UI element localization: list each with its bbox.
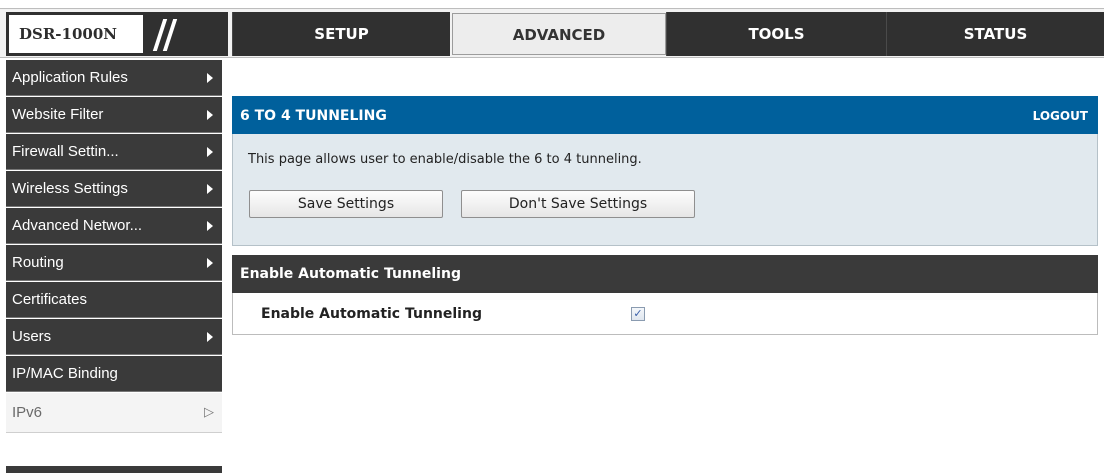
logout-link[interactable]: LOGOUT [1033,96,1088,136]
sidebar-item-label: IP/MAC Binding [12,365,118,382]
sidebar-item-users[interactable]: Users [6,319,222,355]
sidebar-item-wireless-settings[interactable]: Wireless Settings [6,171,222,207]
save-settings-button[interactable]: Save Settings [249,190,443,218]
triangle-right-icon [207,332,213,342]
triangle-right-icon [207,147,213,157]
sidebar-item-label: Routing [12,254,64,271]
field-label: Enable Automatic Tunneling [261,306,482,322]
section-header: Enable Automatic Tunneling [232,255,1098,293]
sidebar-item-label: IPv6 [12,404,43,421]
dont-save-settings-button[interactable]: Don't Save Settings [461,190,695,218]
triangle-right-outline-icon: ▷ [204,404,214,419]
enable-tunneling-checkbox[interactable]: ✓ [631,307,645,321]
brand-logo: DSR-1000N [6,12,228,56]
sidebar-item-label: Certificates [12,291,88,308]
model-name: DSR-1000N [9,15,143,53]
sidebar-item-label: Advanced Networ... [12,217,143,234]
triangle-right-icon [207,184,213,194]
sidebar-item-firewall-settings[interactable]: Firewall Settin... [6,134,222,170]
panel-header: 6 TO 4 TUNNELING LOGOUT [232,96,1098,134]
router-admin-page: DSR-1000N SETUP ADVANCED TOOLS STATUS Ap… [0,0,1104,473]
sidebar-item-label: Application Rules [12,69,128,86]
sidebar-item-advanced-network[interactable]: Advanced Networ... [6,208,222,244]
sidebar-menu: Application Rules Website Filter Firewal… [0,60,222,473]
top-nav-bar: DSR-1000N SETUP ADVANCED TOOLS STATUS [0,8,1104,58]
tab-setup[interactable]: SETUP [232,12,450,56]
tab-status[interactable]: STATUS [886,12,1104,56]
sidebar-item-application-rules[interactable]: Application Rules [6,60,222,96]
logo-slash-icon [146,15,186,53]
sidebar-item-certificates[interactable]: Certificates [6,282,222,318]
sidebar-item-label: Website Filter [12,106,104,123]
sidebar-divider [6,466,222,473]
triangle-right-icon [207,258,213,268]
sidebar-item-label: Users [12,328,52,345]
triangle-right-icon [207,221,213,231]
sidebar-item-ipv6[interactable]: IPv6 ▷ [6,393,222,433]
tab-tools[interactable]: TOOLS [666,12,886,56]
panel-body: This page allows user to enable/disable … [232,134,1098,246]
tab-advanced[interactable]: ADVANCED [452,13,666,55]
triangle-right-icon [207,110,213,120]
sidebar-item-ip-mac-binding[interactable]: IP/MAC Binding [6,356,222,392]
sidebar-item-label: Wireless Settings [12,180,128,197]
sidebar-item-routing[interactable]: Routing [6,245,222,281]
sidebar-item-label: Firewall Settin... [12,143,119,160]
page-title: 6 TO 4 TUNNELING [240,108,387,124]
sidebar-item-website-filter[interactable]: Website Filter [6,97,222,133]
triangle-right-icon [207,73,213,83]
checkbox-checked-icon: ✓ [633,307,643,320]
settings-row: Enable Automatic Tunneling ✓ [232,293,1098,335]
page-description: This page allows user to enable/disable … [248,152,642,167]
